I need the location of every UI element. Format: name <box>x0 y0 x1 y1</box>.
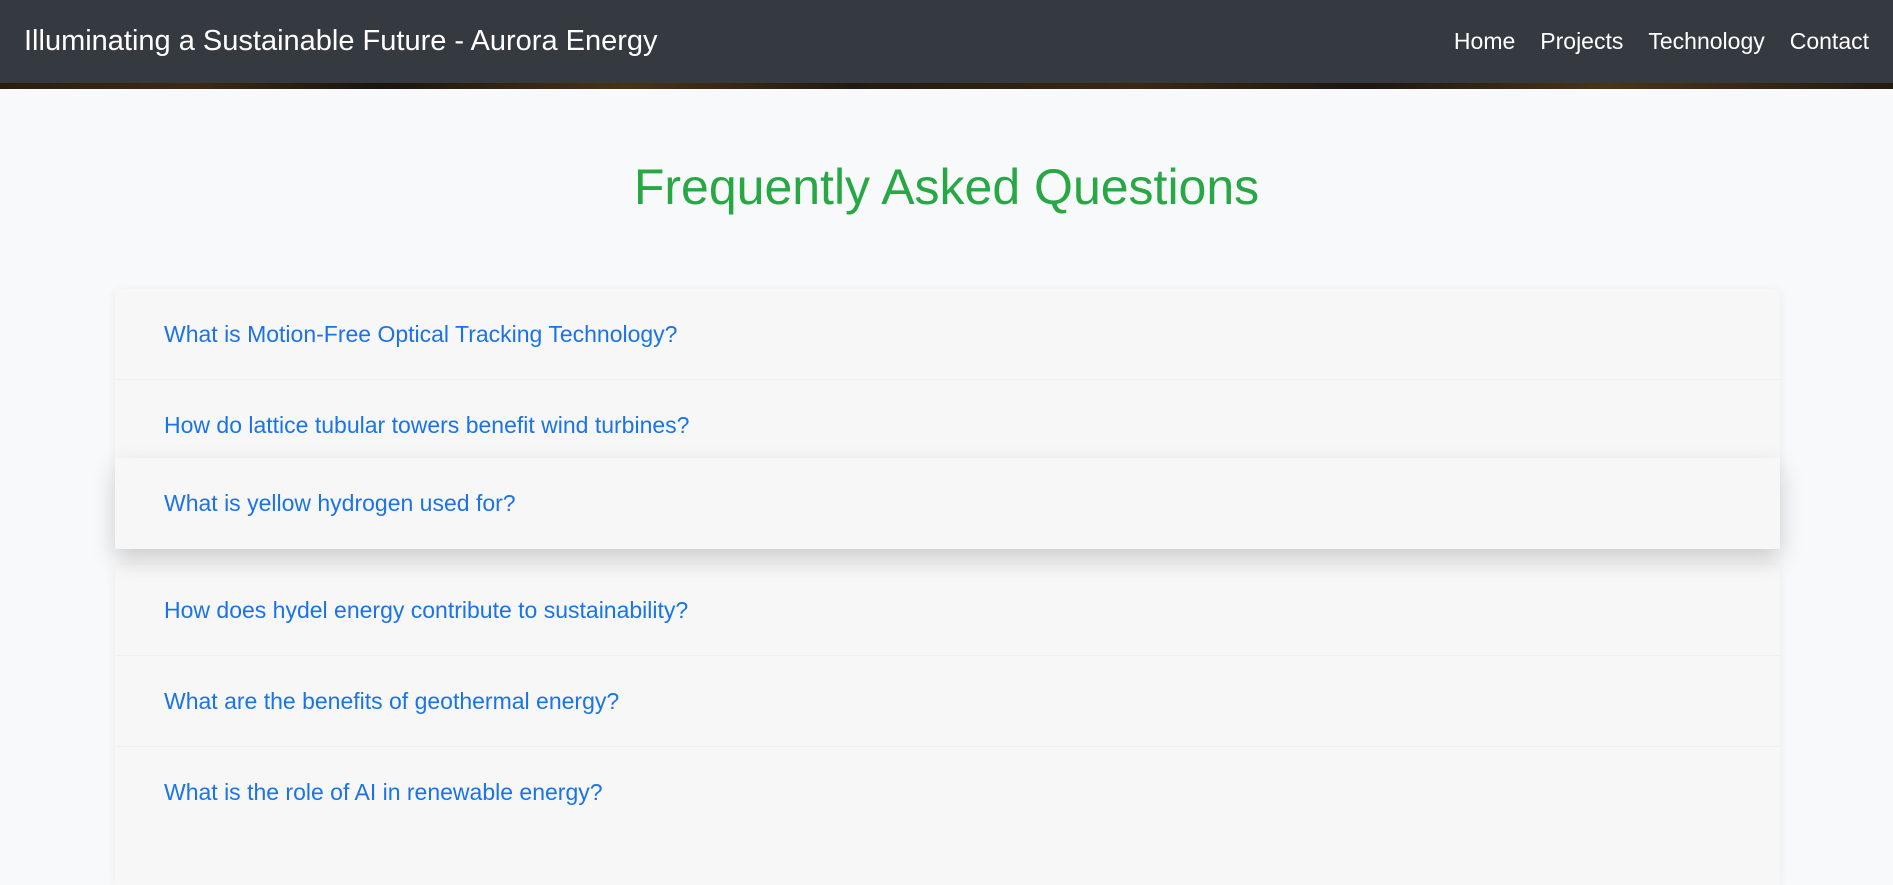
faq-question[interactable]: What is the role of AI in renewable ener… <box>164 779 603 806</box>
faq-question[interactable]: How do lattice tubular towers benefit wi… <box>164 412 689 439</box>
faq-item[interactable]: What is yellow hydrogen used for? <box>115 458 1780 549</box>
faq-accordion-bottom: How does hydel energy contribute to sust… <box>115 565 1780 885</box>
faq-item[interactable]: How does hydel energy contribute to sust… <box>115 565 1780 656</box>
navbar: Illuminating a Sustainable Future - Auro… <box>0 0 1893 83</box>
faq-accordion-top: What is Motion-Free Optical Tracking Tec… <box>115 289 1780 471</box>
hero-image-strip <box>0 83 1893 89</box>
nav-link-contact[interactable]: Contact <box>1790 28 1869 55</box>
nav-link-projects[interactable]: Projects <box>1540 28 1623 55</box>
faq-question[interactable]: How does hydel energy contribute to sust… <box>164 597 688 624</box>
nav-link-technology[interactable]: Technology <box>1648 28 1764 55</box>
main-nav: Home Projects Technology Contact <box>1429 28 1869 55</box>
faq-question[interactable]: What are the benefits of geothermal ener… <box>164 688 619 715</box>
faq-item[interactable]: What is Motion-Free Optical Tracking Tec… <box>115 289 1780 380</box>
brand-title[interactable]: Illuminating a Sustainable Future - Auro… <box>24 25 658 58</box>
faq-item-hovered: What is yellow hydrogen used for? <box>115 458 1780 549</box>
page-title: Frequently Asked Questions <box>633 159 1260 215</box>
faq-item[interactable]: What is the role of AI in renewable ener… <box>115 747 1780 838</box>
faq-item[interactable]: What are the benefits of geothermal ener… <box>115 656 1780 747</box>
faq-question[interactable]: What is yellow hydrogen used for? <box>164 490 516 517</box>
nav-link-home[interactable]: Home <box>1454 28 1515 55</box>
faq-question[interactable]: What is Motion-Free Optical Tracking Tec… <box>164 321 677 348</box>
